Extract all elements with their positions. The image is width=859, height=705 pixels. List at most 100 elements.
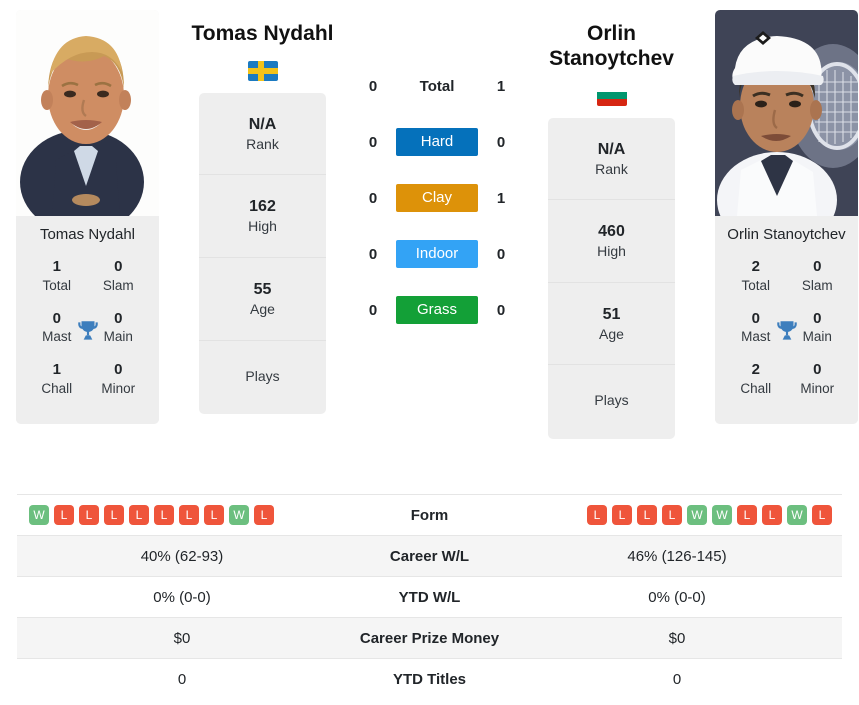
right-flag-wrap bbox=[524, 72, 699, 118]
h2h-left-value: 0 bbox=[368, 77, 378, 95]
left-titles-row-1: 1 Total 0 Slam bbox=[26, 254, 149, 305]
left-titles-row-3: 1 Chall 0 Minor bbox=[26, 357, 149, 408]
form-left-cell: WLLLLLLLWL bbox=[17, 495, 347, 536]
h2h-total-label: Total bbox=[419, 77, 455, 95]
right-titles-chall-value: 2 bbox=[751, 361, 760, 379]
right-titles-minor-value: 0 bbox=[813, 361, 822, 379]
right-age-item: 51 Age bbox=[548, 283, 675, 366]
stats-row: $0 Career Prize Money $0 bbox=[17, 617, 842, 659]
left-titles-total-value: 1 bbox=[52, 258, 61, 276]
h2h-right-value: 0 bbox=[496, 301, 506, 319]
left-age-value: 55 bbox=[253, 280, 272, 298]
left-player-info-column: Tomas Nydahl N/A Rank 162 High 55 Age Pl… bbox=[175, 0, 350, 415]
left-player-stats-stack: N/A Rank 162 High 55 Age Plays bbox=[199, 92, 326, 415]
left-form-strip: WLLLLLLLWL bbox=[17, 505, 347, 525]
stats-comparison-table: W L L L L L L L W L Form L L L L W W L L W L 40% (62-93) Caree… bbox=[17, 494, 842, 700]
form-badge-loss[interactable]: L bbox=[762, 505, 782, 525]
surface-badge-grass: Grass bbox=[396, 296, 478, 324]
stats-label: Career Prize Money bbox=[347, 617, 512, 659]
right-player-photo-caption: Orlin Stanoytchev bbox=[715, 216, 858, 253]
h2h-row-clay: 0 Clay 1 bbox=[350, 170, 524, 226]
left-player-name: Tomas Nydahl bbox=[191, 22, 334, 45]
left-player-photo bbox=[16, 10, 159, 216]
left-high-item: 162 High bbox=[199, 175, 326, 258]
h2h-row-hard: 0 Hard 0 bbox=[350, 114, 524, 170]
stats-right-value: 46% (126-145) bbox=[512, 535, 842, 577]
left-titles-chall-value: 1 bbox=[52, 361, 61, 379]
form-badge-loss[interactable]: L bbox=[587, 505, 607, 525]
h2h-row-total: 0 Total 1 bbox=[350, 58, 524, 114]
h2h-left-value: 0 bbox=[368, 189, 378, 207]
right-player-card: Orlin Stanoytchev 2 Total 0 Slam 0 Mast … bbox=[715, 10, 858, 425]
form-badge-loss[interactable]: L bbox=[104, 505, 124, 525]
right-high-label: High bbox=[597, 243, 626, 260]
bulgaria-flag-icon bbox=[596, 85, 627, 106]
left-player-card: Tomas Nydahl 1 Total 0 Slam 0 Mast 0 Mai… bbox=[16, 10, 159, 425]
form-badge-win[interactable]: W bbox=[687, 505, 707, 525]
right-player-stats-stack: N/A Rank 460 High 51 Age Plays bbox=[548, 117, 675, 439]
left-titles-minor: 0 Minor bbox=[88, 357, 150, 408]
stats-label: YTD Titles bbox=[392, 670, 467, 688]
form-badge-loss[interactable]: L bbox=[54, 505, 74, 525]
stats-left-value: 40% (62-93) bbox=[17, 535, 347, 577]
right-rank-item: N/A Rank bbox=[548, 118, 675, 201]
form-badge-win[interactable]: W bbox=[712, 505, 732, 525]
form-badge-loss[interactable]: L bbox=[812, 505, 832, 525]
right-titles-total: 2 Total bbox=[725, 254, 787, 305]
stats-left-value: 0% (0-0) bbox=[153, 588, 211, 606]
form-badge-loss[interactable]: L bbox=[637, 505, 657, 525]
form-badge-loss[interactable]: L bbox=[179, 505, 199, 525]
stats-row: 0% (0-0) YTD W/L 0% (0-0) bbox=[17, 576, 842, 618]
form-badge-loss[interactable]: L bbox=[79, 505, 99, 525]
trophy-icon bbox=[774, 318, 800, 344]
form-right-cell: LLLLWWLLWL bbox=[512, 495, 842, 536]
form-badge-win[interactable]: W bbox=[787, 505, 807, 525]
right-titles-total-value: 2 bbox=[751, 258, 760, 276]
left-titles-slam-value: 0 bbox=[114, 258, 123, 276]
right-titles-chall: 2 Chall bbox=[725, 357, 787, 408]
form-badge-loss[interactable]: L bbox=[662, 505, 682, 525]
right-titles-row-2: 0 Mast 0 Main bbox=[725, 306, 848, 357]
left-titles-minor-value: 0 bbox=[114, 361, 123, 379]
form-label-cell: Form bbox=[410, 506, 449, 524]
stats-left-value: $0 bbox=[17, 617, 347, 659]
right-titles-minor: 0 Minor bbox=[787, 357, 849, 408]
left-titles-total: 1 Total bbox=[26, 254, 88, 305]
right-titles-minor-label: Minor bbox=[800, 380, 835, 396]
left-titles-slam-label: Slam bbox=[102, 277, 134, 293]
right-age-label: Age bbox=[599, 325, 624, 342]
form-badge-loss[interactable]: L bbox=[129, 505, 149, 525]
form-badge-loss[interactable]: L bbox=[254, 505, 274, 525]
form-badge-win[interactable]: W bbox=[229, 505, 249, 525]
left-titles-minor-label: Minor bbox=[101, 380, 136, 396]
form-badge-loss[interactable]: L bbox=[154, 505, 174, 525]
right-titles-row-3: 2 Chall 0 Minor bbox=[725, 357, 848, 408]
right-titles-slam-label: Slam bbox=[801, 277, 833, 293]
left-flag-wrap bbox=[175, 47, 350, 93]
form-badge-loss[interactable]: L bbox=[204, 505, 224, 525]
form-badge-win[interactable]: W bbox=[29, 505, 49, 525]
left-titles-total-label: Total bbox=[42, 277, 72, 293]
h2h-left-value: 0 bbox=[368, 133, 378, 151]
form-badge-loss[interactable]: L bbox=[737, 505, 757, 525]
form-badge-loss[interactable]: L bbox=[612, 505, 632, 525]
left-titles-row-2: 0 Mast 0 Main bbox=[26, 306, 149, 357]
left-plays-item: Plays bbox=[199, 341, 326, 415]
left-age-label: Age bbox=[250, 300, 275, 317]
stats-right-value: 0% (0-0) bbox=[648, 588, 706, 606]
player-comparison-page: Tomas Nydahl 1 Total 0 Slam 0 Mast 0 Mai… bbox=[0, 0, 859, 705]
left-player-titles: 1 Total 0 Slam 0 Mast 0 Main 1 Chall 0 M… bbox=[16, 252, 159, 425]
h2h-left-value: 0 bbox=[368, 245, 378, 263]
right-titles-slam-value: 0 bbox=[813, 258, 822, 276]
right-high-value: 460 bbox=[598, 223, 625, 241]
stats-label: Career W/L bbox=[347, 535, 512, 577]
stats-left-value: 0 bbox=[177, 670, 187, 688]
right-titles-row-1: 2 Total 0 Slam bbox=[725, 254, 848, 305]
h2h-left-value: 0 bbox=[368, 301, 378, 319]
stats-row: 40% (62-93) Career W/L 46% (126-145) bbox=[17, 535, 842, 577]
right-titles-slam: 0 Slam bbox=[787, 254, 849, 305]
h2h-right-value: 1 bbox=[496, 189, 506, 207]
right-plays-item: Plays bbox=[548, 365, 675, 439]
stats-row: 0 YTD Titles 0 bbox=[17, 658, 842, 700]
surface-badge-indoor: Indoor bbox=[396, 240, 478, 268]
